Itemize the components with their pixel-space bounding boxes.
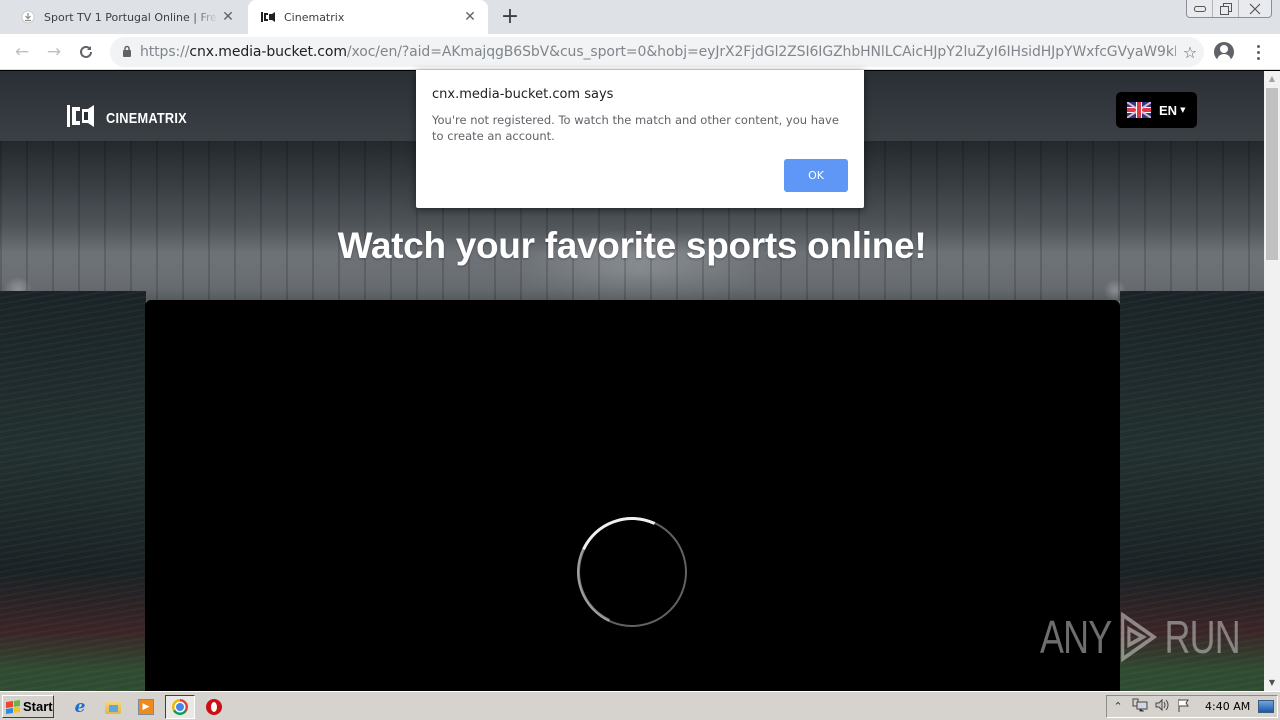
language-code: EN [1159, 102, 1178, 118]
show-desktop-button[interactable] [1258, 700, 1274, 713]
url-host: cnx.media-bucket.com [189, 44, 347, 60]
tab-title: Sport TV 1 Portugal Online | Free Stream… [44, 10, 218, 24]
language-selector[interactable]: EN ▼ [1116, 92, 1197, 128]
start-button[interactable]: Start [2, 695, 54, 718]
action-center-flag-icon[interactable] [1173, 698, 1195, 715]
minimize-button[interactable] [1187, 0, 1213, 17]
url-path: /xoc/en/?aid=AKmajqgB6SbV&cus_sport=0&ho… [346, 44, 1176, 60]
dialog-title: cnx.media-bucket.com says [432, 87, 614, 102]
caret-down-icon: ▼ [1180, 106, 1186, 114]
network-icon[interactable] [1129, 698, 1151, 715]
forward-button[interactable]: → [42, 40, 66, 64]
show-hidden-icons-chevron-icon[interactable]: ⌃ [1107, 700, 1129, 713]
media-player-icon[interactable]: ▶ [136, 697, 156, 717]
clock[interactable]: 4:40 AM [1205, 700, 1250, 713]
start-label: Start [23, 699, 53, 714]
back-button[interactable]: ← [10, 40, 34, 64]
cinematrix-icon [260, 9, 276, 25]
internet-explorer-icon[interactable]: e [70, 697, 90, 717]
windows-logo-icon [6, 699, 20, 714]
page-scrollbar[interactable]: ▲ ▼ [1264, 71, 1280, 691]
google-chrome-icon[interactable] [165, 695, 195, 719]
play-icon [1120, 611, 1157, 663]
logo-text: CINEMATRIX [106, 110, 187, 127]
opera-icon[interactable] [204, 697, 224, 717]
close-tab-icon[interactable]: ✕ [218, 9, 238, 25]
tab-sport-tv[interactable]: Sport TV 1 Portugal Online | Free Stream… [8, 0, 246, 34]
url-text[interactable]: https://cnx.media-bucket.com/xoc/en/?aid… [140, 44, 1176, 60]
reload-icon [80, 45, 92, 58]
scroll-down-arrow-icon[interactable]: ▼ [1264, 675, 1280, 691]
volume-icon[interactable] [1151, 698, 1173, 715]
account-icon[interactable] [1214, 42, 1234, 62]
page-headline: Watch your favorite sports online! [337, 225, 927, 266]
browser-toolbar: ← → https://cnx.media-bucket.com/xoc/en/… [0, 34, 1280, 70]
windows-explorer-icon[interactable] [103, 697, 123, 717]
reload-button[interactable] [74, 40, 98, 64]
close-tab-icon[interactable]: ✕ [460, 9, 480, 25]
download-icon [20, 9, 36, 25]
bookmark-star-icon[interactable]: ☆ [1176, 43, 1204, 62]
tab-cinematrix[interactable]: Cinematrix ✕ [248, 0, 488, 34]
stadium-stands-left [0, 291, 146, 691]
tab-strip: Sport TV 1 Portugal Online | Free Stream… [0, 0, 1280, 34]
address-bar[interactable]: https://cnx.media-bucket.com/xoc/en/?aid… [110, 37, 1204, 67]
url-scheme: https:// [140, 44, 190, 60]
close-window-button[interactable] [1239, 0, 1271, 17]
cinematrix-logo[interactable]: CINEMATRIX [66, 103, 201, 134]
window-controls [1186, 0, 1272, 18]
system-tray: ⌃ 4:40 AM [1106, 695, 1278, 718]
new-tab-button[interactable]: + [498, 4, 522, 30]
scroll-up-arrow-icon[interactable]: ▲ [1264, 71, 1280, 87]
watermark-text-left: ANY [1040, 611, 1112, 663]
scrollbar-thumb[interactable] [1266, 88, 1278, 260]
restore-button[interactable] [1213, 0, 1239, 17]
alert-dialog: cnx.media-bucket.com says You're not reg… [416, 70, 864, 208]
anyrun-watermark: ANY RUN [1040, 609, 1241, 665]
dialog-message: You're not registered. To watch the matc… [432, 113, 839, 143]
video-player[interactable] [145, 300, 1120, 691]
lock-icon [122, 45, 132, 60]
loading-spinner-icon [577, 517, 687, 627]
taskbar: Start e ▶ ⌃ 4:40 AM [0, 691, 1280, 720]
ok-button[interactable]: OK [784, 159, 848, 192]
logo-mark-icon [66, 103, 100, 134]
uk-flag-icon [1127, 102, 1151, 118]
watermark-text-right: RUN [1164, 611, 1240, 663]
tab-title: Cinematrix [284, 10, 345, 24]
browser-menu-icon[interactable] [1250, 40, 1266, 64]
